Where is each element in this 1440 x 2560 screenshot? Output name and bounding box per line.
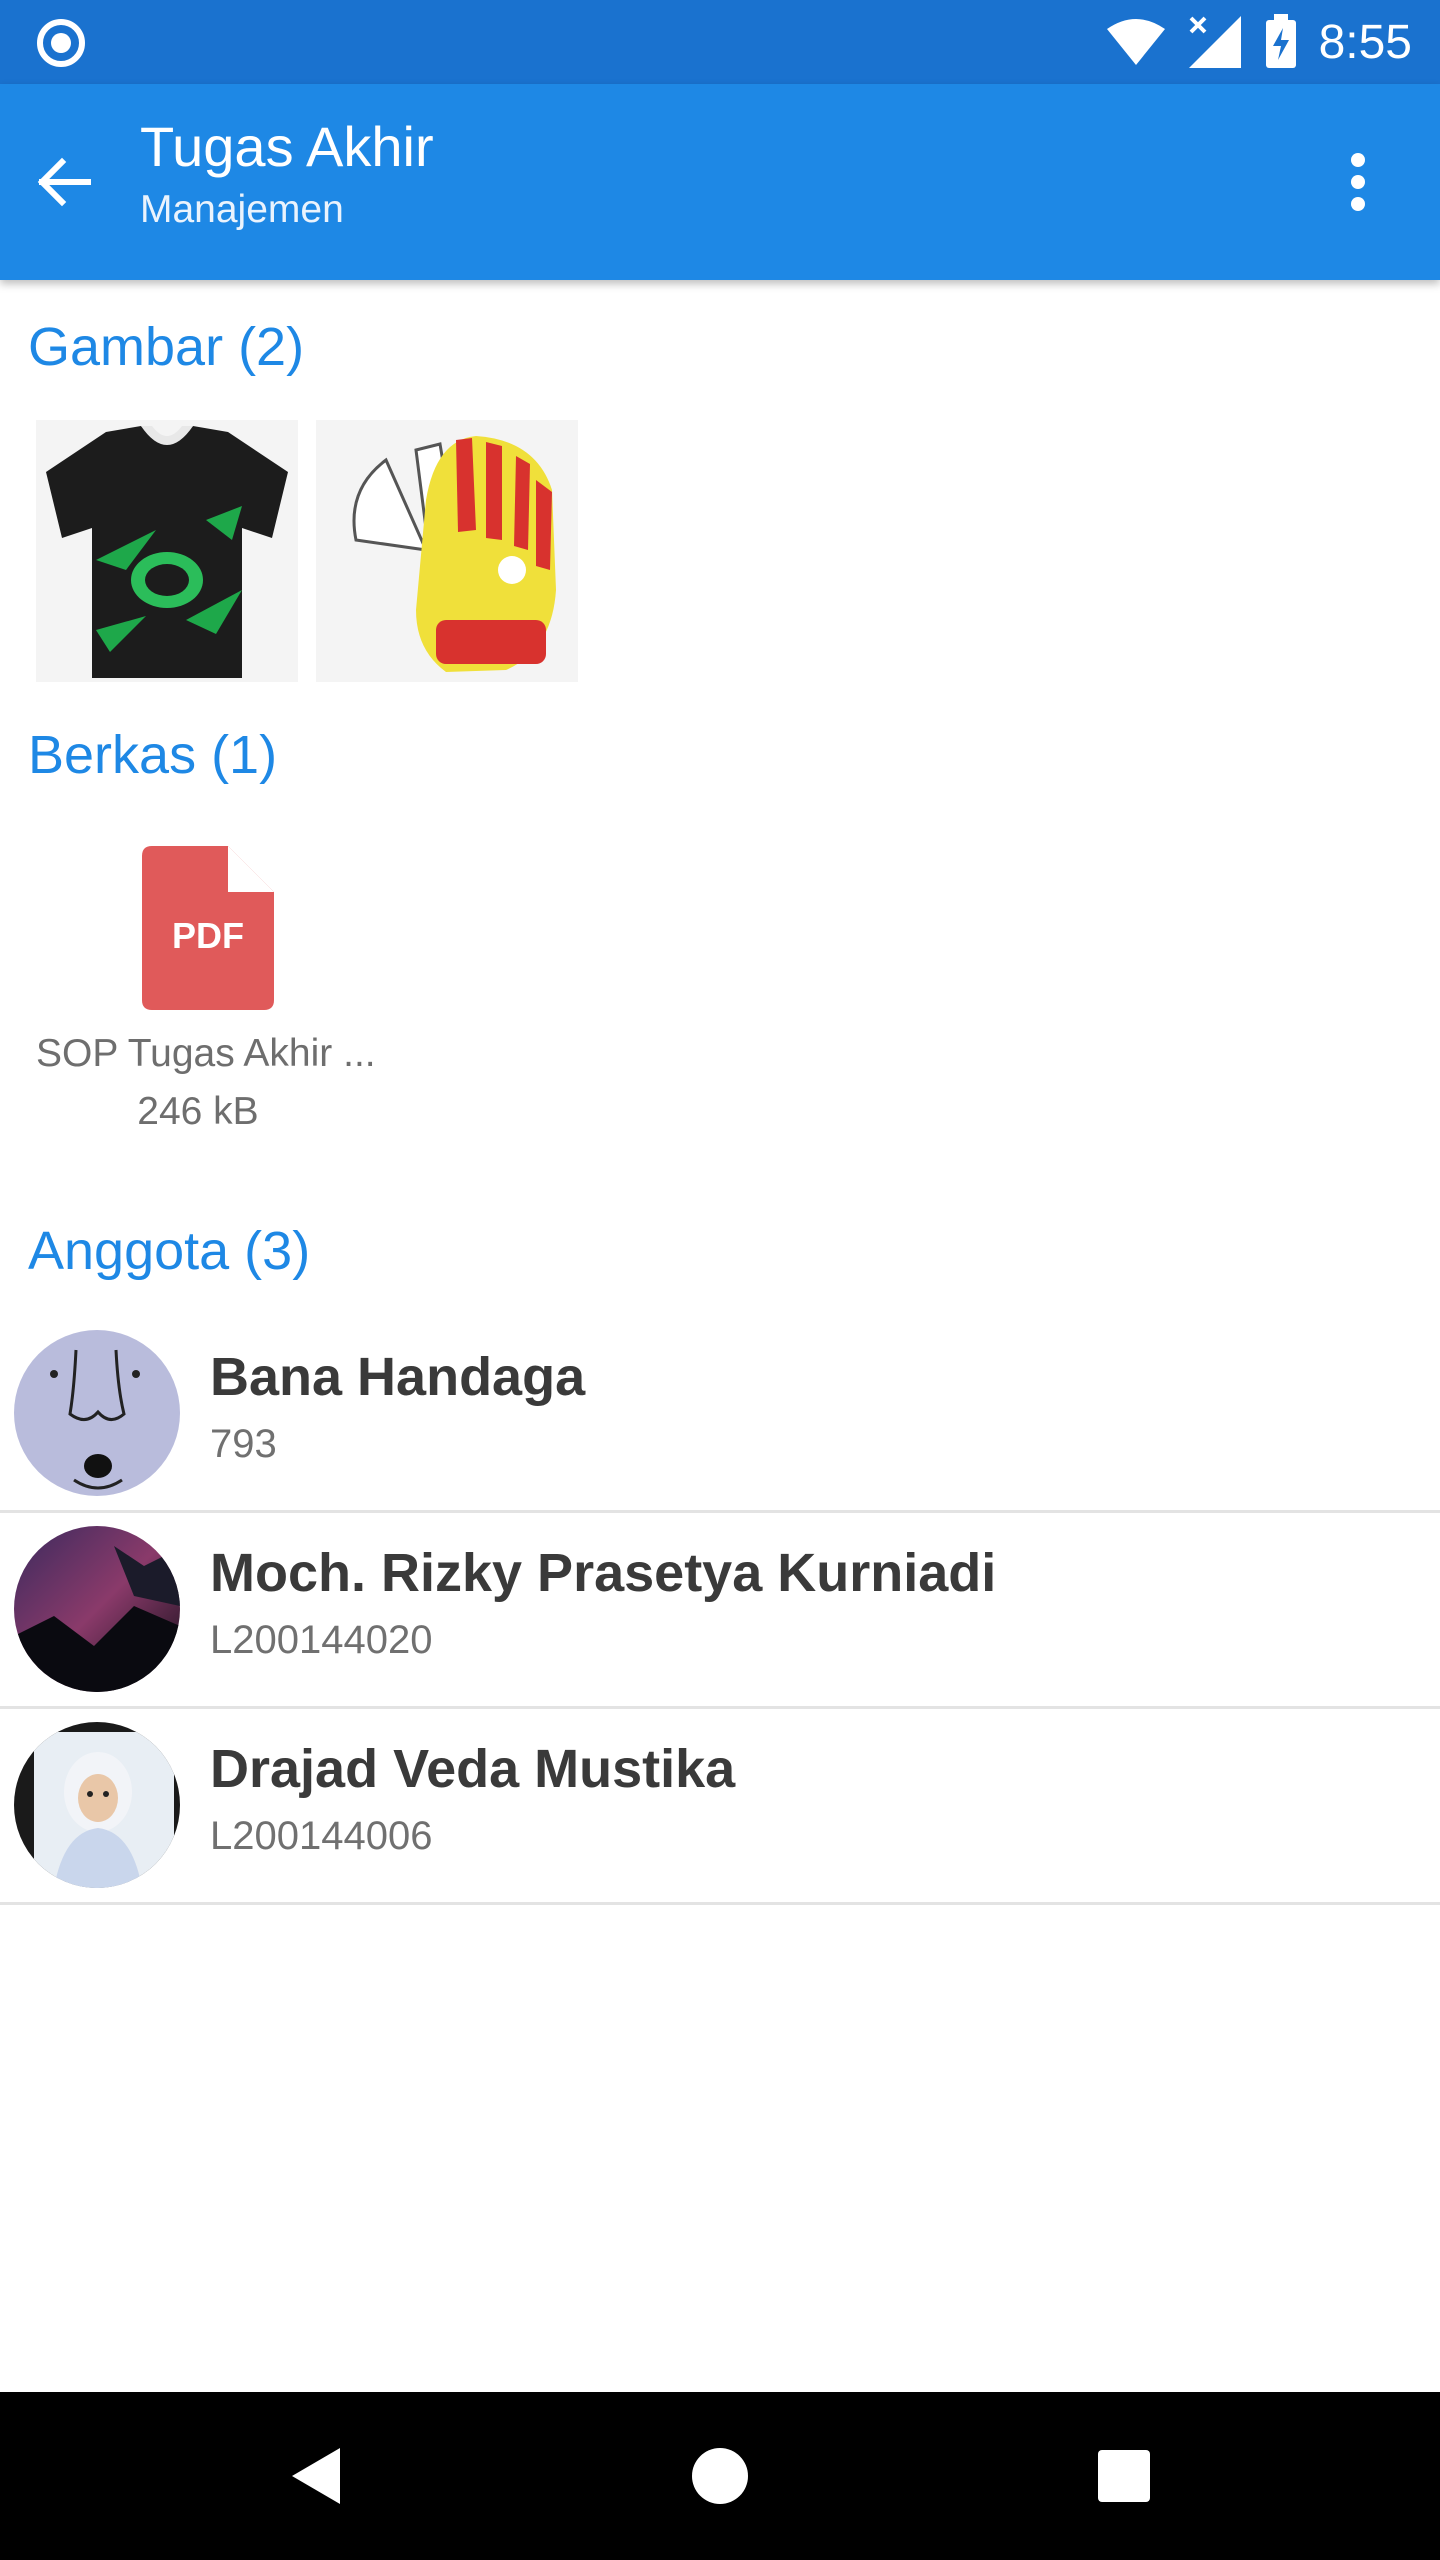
jersey-image (36, 420, 298, 682)
image-thumbnail-glove[interactable] (316, 420, 578, 682)
member-name: Moch. Rizky Prasetya Kurniadi (210, 1543, 997, 1603)
battery-charging-icon (1265, 14, 1296, 68)
wifi-icon (1106, 19, 1165, 65)
page-subtitle: Manajemen (140, 188, 344, 231)
status-bar: 8:55 (0, 0, 1440, 84)
nav-back-icon (292, 2448, 340, 2504)
arrow-back-icon (37, 157, 91, 207)
page-title: Tugas Akhir (140, 115, 434, 178)
members-section-title: Anggota (3) (28, 1221, 311, 1281)
notification-circle-icon (37, 19, 85, 67)
file-name: SOP Tugas Akhir ... (36, 1032, 376, 1075)
pdf-file-icon: PDF (142, 846, 274, 1010)
member-name: Bana Handaga (210, 1347, 586, 1407)
member-name: Drajad Veda Mustika (210, 1739, 736, 1799)
avatar-night-sky-image (14, 1526, 180, 1692)
member-id: L200144020 (210, 1618, 433, 1662)
member-row[interactable]: Drajad Veda Mustika L200144006 (0, 1708, 1440, 1905)
goalkeeper-glove-image (316, 420, 578, 682)
images-section-title: Gambar (2) (28, 317, 305, 377)
status-time: 8:55 (1318, 15, 1412, 69)
avatar-face-image (14, 1330, 180, 1496)
nav-recents-icon (1098, 2450, 1150, 2502)
nav-home-button[interactable] (670, 2426, 770, 2526)
pdf-label: PDF (172, 915, 244, 956)
avatar (14, 1722, 180, 1888)
avatar (14, 1330, 180, 1496)
system-nav-bar (0, 2392, 1440, 2560)
back-button[interactable] (22, 140, 106, 224)
nav-home-icon (692, 2448, 748, 2504)
image-thumbnail-jersey[interactable] (36, 420, 298, 682)
member-row[interactable]: Bana Handaga 793 (0, 1316, 1440, 1513)
avatar (14, 1526, 180, 1692)
file-item[interactable]: PDF SOP Tugas Akhir ... 246 kB (24, 832, 394, 1133)
member-row[interactable]: Moch. Rizky Prasetya Kurniadi L200144020 (0, 1512, 1440, 1709)
more-options-button[interactable] (1316, 140, 1400, 224)
member-id: L200144006 (210, 1814, 433, 1858)
files-section-title: Berkas (1) (28, 725, 278, 785)
cell-signal-icon (1188, 16, 1241, 68)
more-vert-icon (1351, 153, 1365, 211)
nav-recents-button[interactable] (1074, 2426, 1174, 2526)
file-size: 246 kB (137, 1090, 259, 1133)
member-id: 793 (210, 1422, 277, 1466)
nav-back-button[interactable] (266, 2426, 366, 2526)
avatar-person-photo (14, 1722, 180, 1888)
app-bar: Tugas Akhir Manajemen (0, 84, 1440, 280)
